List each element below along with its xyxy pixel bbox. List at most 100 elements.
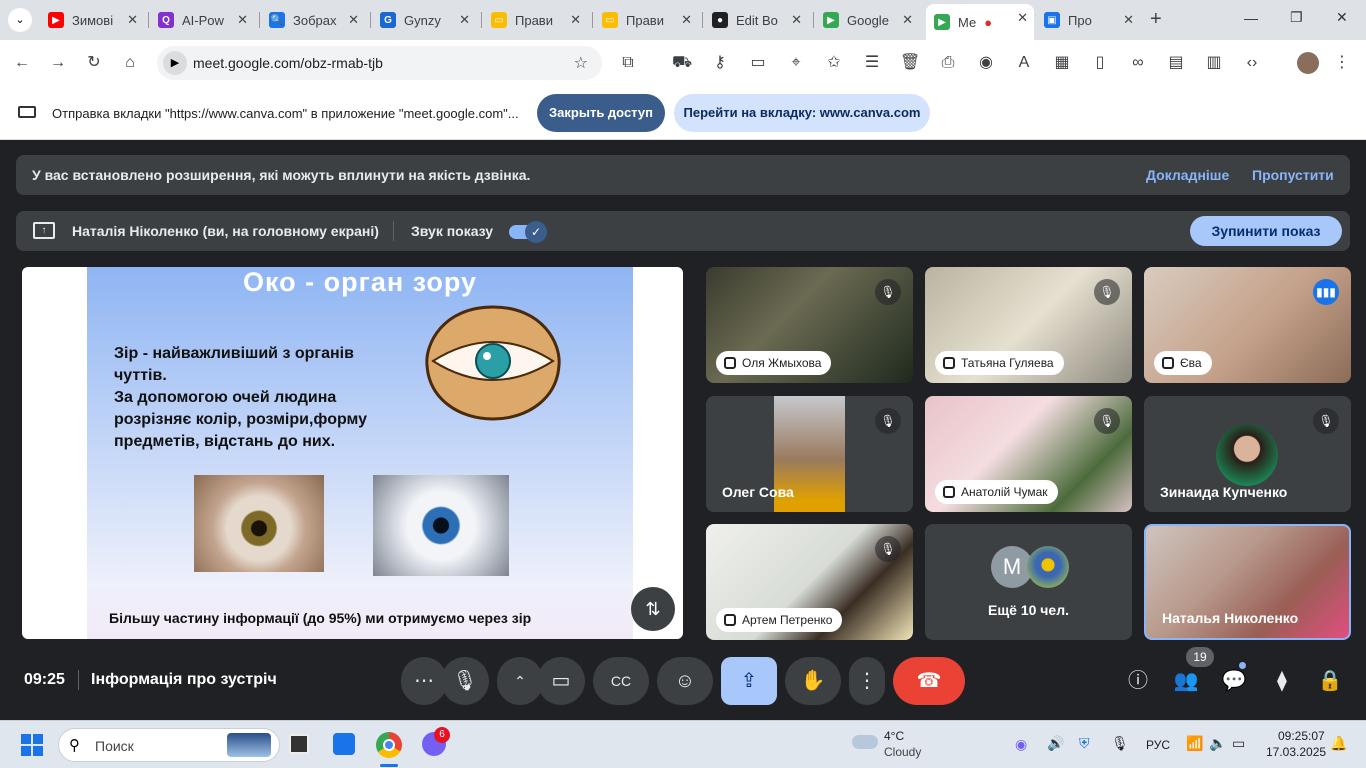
swap-layout-button[interactable]: ⇅ [631,587,675,631]
site-info-icon[interactable]: ▶ [163,51,187,75]
ext-star-icon[interactable]: ✩ [824,53,844,73]
home-icon[interactable]: ⌂ [120,53,140,73]
battery-icon[interactable]: ▭ [1232,735,1245,752]
ext-trash-icon[interactable]: 🗑 [900,53,920,73]
address-bar[interactable]: ▶ meet.google.com/obz-rmab-tjb ☆ [157,46,602,80]
reactions-button[interactable]: ☺ [657,657,713,705]
ext-translate-icon[interactable]: A [1014,53,1034,73]
menu-icon[interactable]: ⋮ [1332,53,1352,73]
ext-card-icon[interactable]: ▭ [748,53,768,73]
notifications-bell-icon[interactable]: 🔔 [1330,735,1347,752]
store-icon[interactable] [333,733,355,755]
participant-tile[interactable]: 🎙 Артем Петренко [706,524,913,640]
browser-tab[interactable]: Q AI-Pow ✕ [150,6,254,34]
leave-call-button[interactable]: ☎ [893,657,965,705]
close-tab-icon[interactable]: ✕ [791,12,802,28]
ext-camera-icon[interactable]: ◉ [976,53,996,73]
maximize-icon[interactable]: ❐ [1290,9,1303,26]
close-tab-icon[interactable]: ✕ [1123,12,1134,28]
speaker-icon[interactable]: 🔈 [1209,735,1226,752]
ext-book-icon[interactable]: ▯ [1090,53,1110,73]
taskbar-search-box[interactable]: ⚲ Поиск [58,728,280,762]
more-options-button[interactable]: ⋮ [849,657,885,705]
bookmark-star-icon[interactable]: ☆ [574,53,588,73]
task-view-icon[interactable] [289,734,309,754]
clock-date[interactable]: 17.03.2025 [1266,745,1326,759]
skip-link[interactable]: Пропустити [1252,167,1334,183]
ext-qr-icon[interactable]: ▦ [1052,53,1072,73]
browser-tab[interactable]: ● Edit Bo ✕ [704,6,808,34]
weather-temp[interactable]: 4°C [884,729,904,743]
browser-tab[interactable]: ▭ Прави ✕ [483,6,587,34]
chat-icon[interactable]: 💬 [1219,666,1249,696]
participant-tile[interactable]: 🎙 Татьяна Гуляева [925,267,1132,383]
browser-tab[interactable]: 🔍 Зобрах ✕ [261,6,365,34]
tab-search-button[interactable]: ⌄ [8,8,32,32]
browser-tab[interactable]: ▶ Ме ● ✕ [926,4,1034,40]
minimize-icon[interactable]: — [1244,10,1258,26]
more-participants-tile[interactable]: M Ещё 10 чел. [925,524,1132,640]
participant-tile[interactable]: 🎙 Оля Жмыхова [706,267,913,383]
forward-icon[interactable]: → [48,53,68,73]
url-text[interactable]: meet.google.com/obz-rmab-tjb [193,55,383,71]
ext-location-icon[interactable]: ⌖ [786,53,806,73]
clock-time[interactable]: 09:25:07 [1278,729,1325,743]
self-tile[interactable]: Наталья Николенко [1144,524,1351,640]
captions-button[interactable]: CC [593,657,649,705]
raise-hand-button[interactable]: ✋ [785,657,841,705]
close-tab-icon[interactable]: ✕ [1017,10,1028,26]
start-windows-icon[interactable] [21,734,43,756]
reload-icon[interactable]: ↻ [84,53,104,73]
volume-tray-icon[interactable]: 🔊 [1047,735,1064,752]
back-icon[interactable]: ← [12,53,32,73]
ext-link-icon[interactable]: ∞ [1128,53,1148,73]
present-button[interactable]: ⇪ [721,657,777,705]
info-icon[interactable]: ⓘ [1123,666,1153,696]
close-tab-icon[interactable]: ✕ [681,12,692,28]
participant-tile[interactable]: 🎙 Зинаида Купченко [1144,396,1351,512]
ext-window-icon[interactable]: ▤ [1166,53,1186,73]
close-window-icon[interactable]: ✕ [1336,9,1348,26]
browser-tab[interactable]: G Gynzy ✕ [372,6,476,34]
people-icon[interactable]: 👥 [1171,666,1201,696]
close-tab-icon[interactable]: ✕ [348,12,359,28]
new-tab-button[interactable]: + [1150,8,1162,31]
ext-table-icon[interactable]: ▥ [1204,53,1224,73]
participant-tile[interactable]: ▮▮▮ Єва [1144,267,1351,383]
switch-tab-button[interactable]: Перейти на вкладку: www.canva.com [674,94,930,132]
stop-sharing-button[interactable]: Закрыть доступ [537,94,665,132]
participant-tile[interactable]: 🎙 Олег Сова [706,396,913,512]
browser-tab[interactable]: ▭ Прави ✕ [594,6,698,34]
ext-code-icon[interactable]: ‹› [1242,53,1262,73]
chrome-icon[interactable] [376,732,402,758]
meeting-info-title[interactable]: Інформація про зустріч [91,671,277,689]
learn-more-link[interactable]: Докладніше [1146,167,1229,183]
browser-tab[interactable]: ▶ Зимові ✕ [40,6,144,34]
browser-tab[interactable]: ▣ Про ✕ [1036,6,1140,34]
participant-tile[interactable]: 🎙 Анатолій Чумак [925,396,1132,512]
profile-avatar[interactable] [1297,52,1319,74]
ext-list-icon[interactable]: ☰ [862,53,882,73]
close-tab-icon[interactable]: ✕ [459,12,470,28]
microphone-tray-icon[interactable]: 🎙 [1111,735,1129,752]
viber-tray-icon[interactable]: ◉ [1015,736,1027,753]
stop-presenting-button[interactable]: Зупинити показ [1190,216,1342,246]
browser-tab[interactable]: ▶ Google ✕ [815,6,919,34]
close-tab-icon[interactable]: ✕ [902,12,913,28]
close-tab-icon[interactable]: ✕ [237,12,248,28]
share-audio-toggle[interactable]: ✓ [509,221,547,243]
defender-tray-icon[interactable]: ⛨ [1079,735,1090,752]
ext-car-icon[interactable]: ⛟ [672,53,692,73]
ext-print-icon[interactable]: ⎙ [938,53,958,73]
microphone-button[interactable]: 🎙 [441,657,489,705]
close-tab-icon[interactable]: ✕ [570,12,581,28]
close-tab-icon[interactable]: ✕ [127,12,138,28]
host-controls-icon[interactable]: 🔒 [1315,666,1345,696]
activities-icon[interactable]: ⧫ [1267,666,1297,696]
weather-condition[interactable]: Cloudy [884,745,921,759]
extensions-icon[interactable]: ⧉ [618,53,638,73]
input-language[interactable]: РУС [1146,738,1170,752]
wifi-icon[interactable]: 📶 [1186,735,1203,752]
ext-key-icon[interactable]: ⚷ [710,53,730,73]
camera-button[interactable]: ▭ [537,657,585,705]
